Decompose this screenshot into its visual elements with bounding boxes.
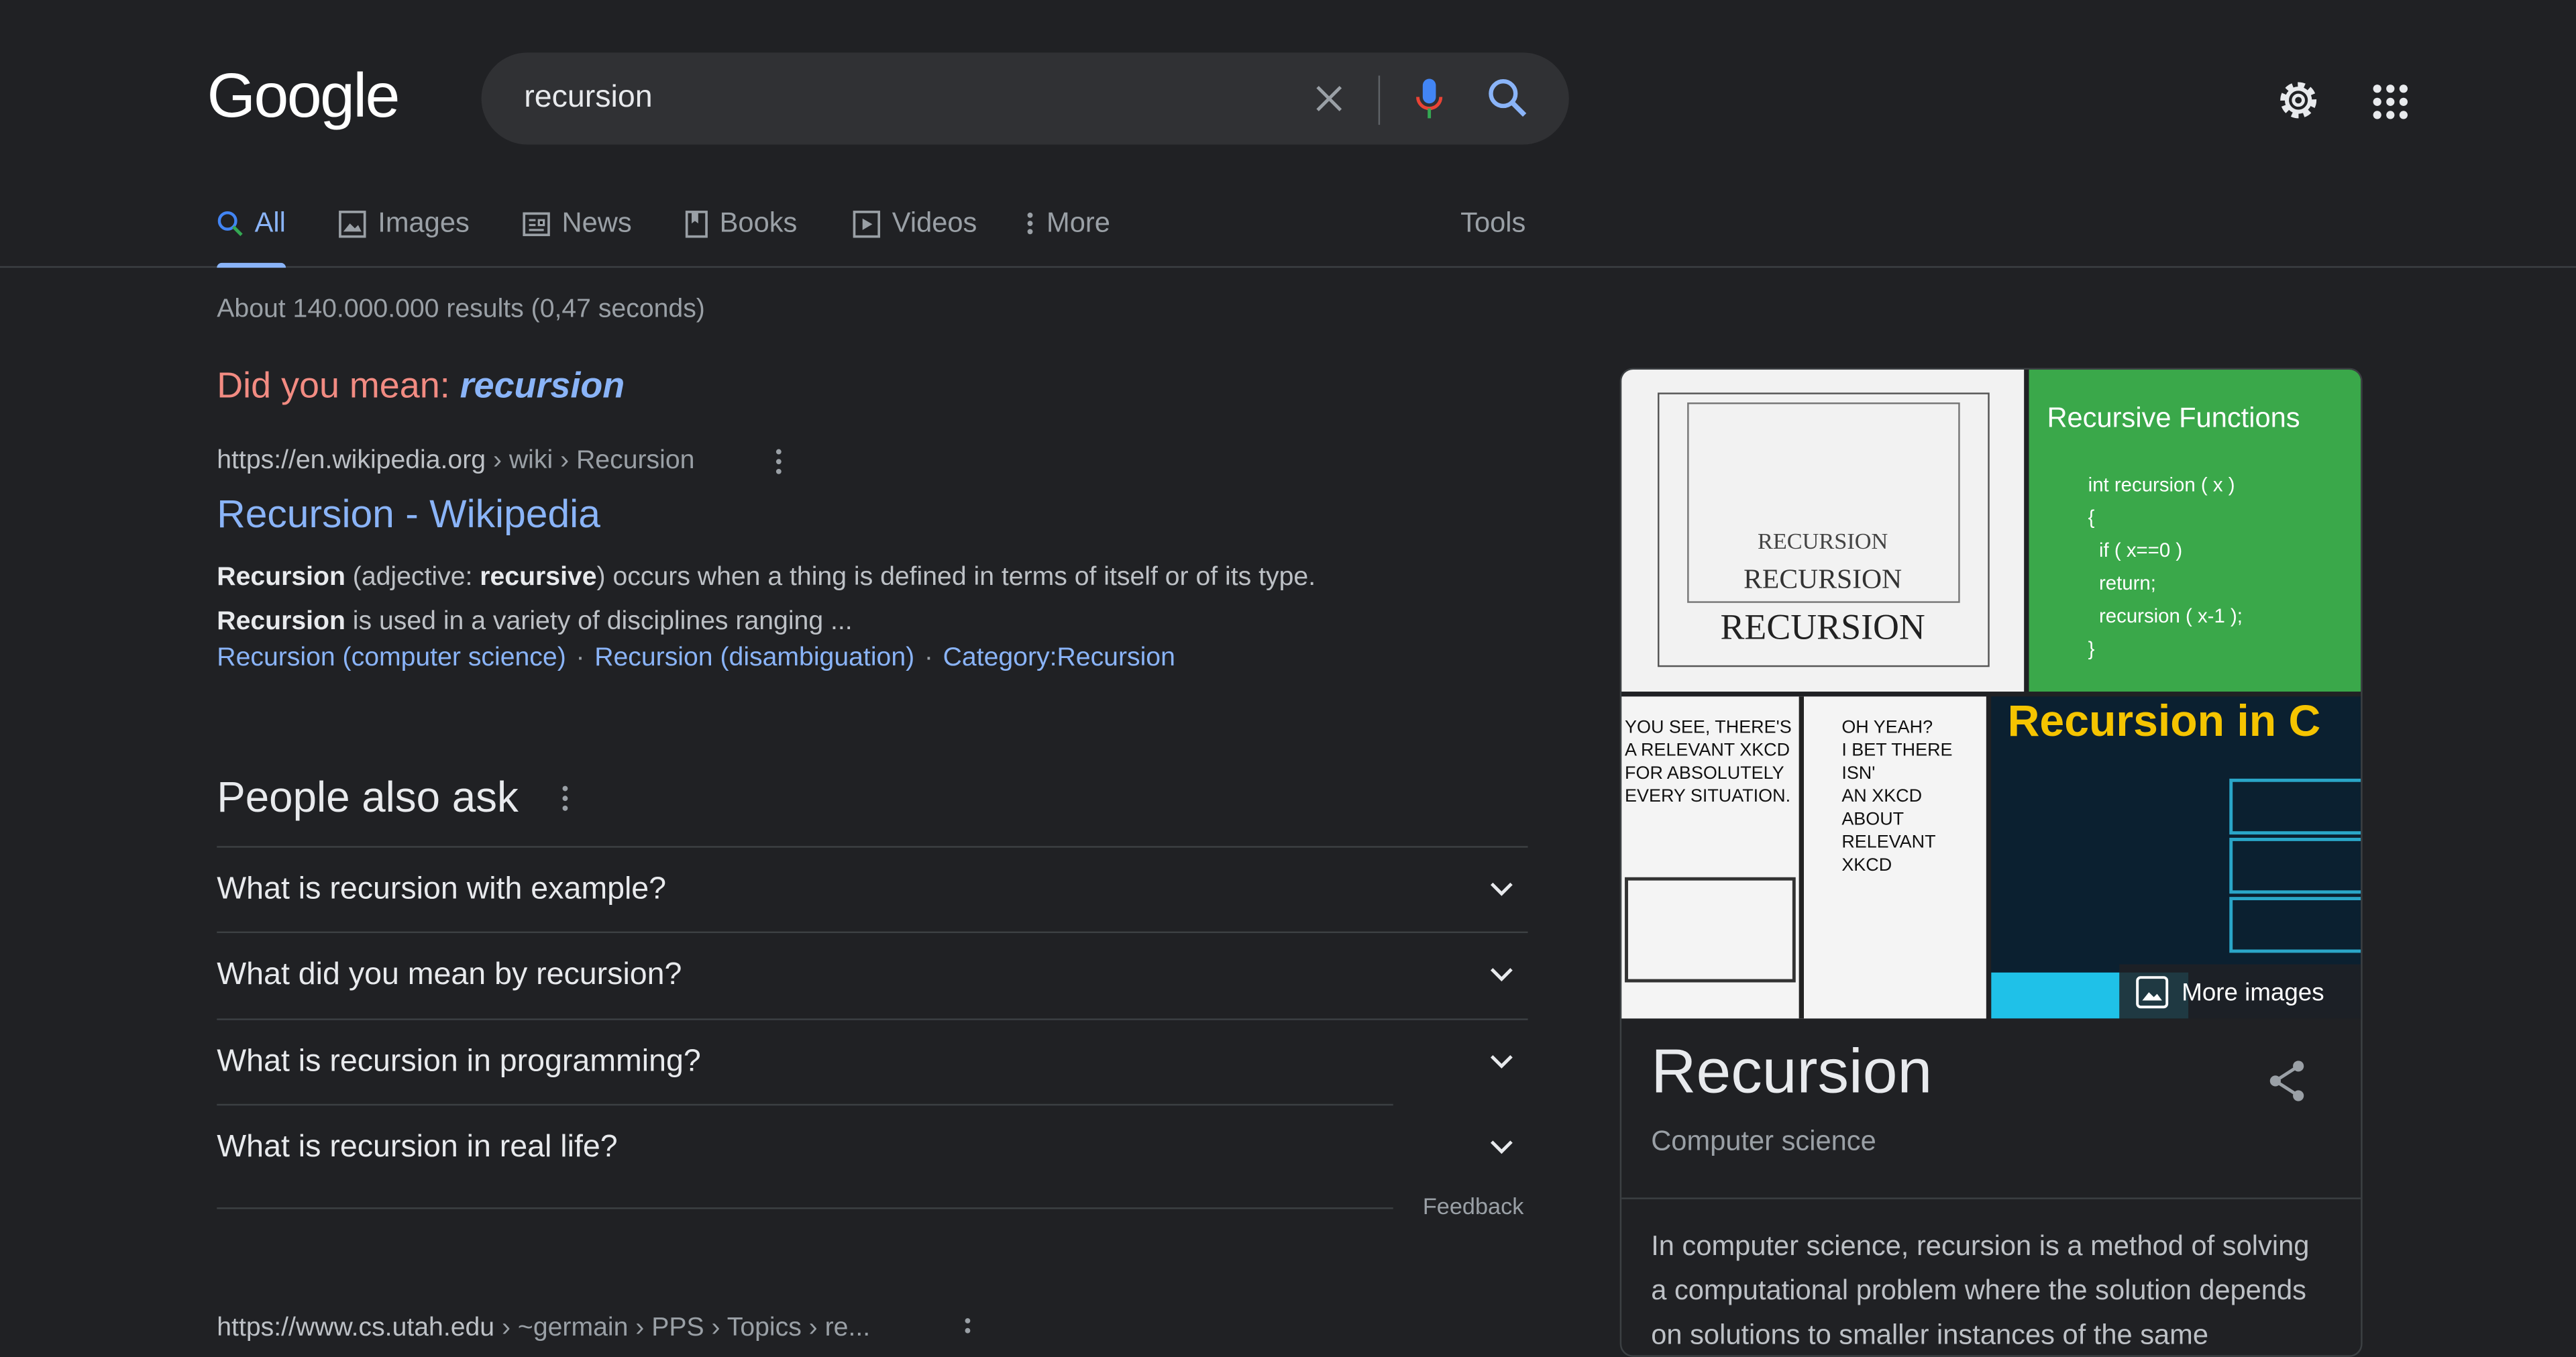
entity-description: In computer science, recursion is a meth…	[1651, 1230, 2310, 1351]
question-row[interactable]: What is recursion with example?	[217, 846, 1528, 933]
tab-label: Videos	[892, 207, 977, 239]
tools-button[interactable]: Tools	[1460, 207, 1525, 240]
people-also-ask-title: People also ask	[217, 772, 519, 822]
sitelink[interactable]: Recursion (computer science)	[217, 644, 566, 672]
news-icon	[523, 211, 551, 236]
snippet-text: is used in a variety of disciplines rang…	[345, 608, 853, 636]
snippet-bold: Recursion	[217, 608, 345, 636]
snippet-bold: Recursion	[217, 563, 345, 592]
more-images-button[interactable]: More images	[2119, 964, 2361, 1020]
tab-label: More	[1046, 207, 1110, 239]
tab-news[interactable]: News	[523, 207, 632, 240]
share-icon[interactable]	[2267, 1060, 2307, 1103]
tab-label: Images	[378, 207, 470, 239]
video-icon	[853, 209, 881, 237]
settings-gear-icon[interactable]	[2275, 77, 2322, 123]
knowledge-panel: RECURSION RECURSION RECURSION Recursive …	[1619, 368, 2363, 1357]
image-recursive-functions[interactable]: Recursive Functions int recursion ( x ){…	[2029, 370, 2361, 692]
tab-label: Books	[719, 207, 798, 239]
image-recursion-nested[interactable]: RECURSION RECURSION RECURSION	[1621, 370, 2025, 692]
divider	[1378, 75, 1381, 125]
question-text: What is recursion in programming?	[217, 1044, 701, 1079]
mic-icon[interactable]	[1413, 76, 1446, 122]
question-text: What did you mean by recursion?	[217, 957, 682, 993]
tab-label: News	[561, 207, 632, 239]
url-path: › wiki › Recursion	[486, 447, 695, 475]
google-logo[interactable]: Google	[207, 62, 400, 133]
question-text: What is recursion in real life?	[217, 1130, 618, 1165]
result-url[interactable]: https://www.cs.utah.edu › ~germain › PPS…	[217, 1314, 870, 1344]
result-snippet: Recursion (adjective: recursive) occurs …	[217, 555, 1465, 644]
image-xkcd-comic[interactable]: YOU SEE, THERE'S A RELEVANT XKCD FOR ABSOL…	[1621, 696, 1986, 1019]
search-input[interactable]: recursion	[524, 80, 652, 117]
result-stats: About 140.000.000 results (0,47 seconds)	[217, 295, 705, 324]
tab-all[interactable]: All	[217, 207, 286, 268]
url-domain: https://en.wikipedia.org	[217, 447, 486, 475]
search-tabs: All Images News Books Videos More Tools	[0, 197, 2576, 268]
entity-title: Recursion	[1651, 1038, 1933, 1107]
snippet-bold: recursive	[480, 563, 597, 592]
question-row[interactable]: What is recursion in programming?	[217, 1018, 1528, 1105]
snippet-text: (adjective:	[345, 563, 480, 592]
more-images-label: More images	[2182, 978, 2324, 1007]
search-icon[interactable]	[1487, 77, 1529, 120]
tab-videos[interactable]: Videos	[853, 207, 977, 240]
chevron-down-icon	[1489, 956, 1515, 992]
clear-icon[interactable]	[1313, 82, 1346, 115]
image-icon	[338, 209, 366, 237]
sitelink[interactable]: Recursion (disambiguation)	[594, 644, 914, 672]
search-icon	[217, 210, 243, 236]
did-you-mean-link[interactable]: recursion	[460, 365, 625, 406]
question-row[interactable]: What did you mean by recursion?	[217, 931, 1528, 1019]
url-path: › ~germain › PPS › Topics › re...	[494, 1314, 871, 1342]
search-box[interactable]: recursion	[481, 52, 1569, 145]
image-icon	[2136, 976, 2169, 1009]
sitelinks: Recursion (computer science) · Recursion (…	[217, 644, 1175, 672]
feedback-link[interactable]: Feedback	[1423, 1193, 1524, 1219]
did-you-mean: Did you mean: recursion	[217, 365, 625, 408]
sitelink[interactable]: Category:Recursion	[943, 644, 1175, 672]
more-options-icon[interactable]	[560, 785, 570, 812]
tools-label: Tools	[1460, 207, 1526, 239]
image-caption: Recursion in C	[2007, 696, 2321, 746]
chevron-down-icon	[1489, 871, 1515, 907]
more-vert-icon	[1025, 210, 1035, 236]
entity-subtitle: Computer science	[1651, 1125, 1876, 1157]
question-text: What is recursion with example?	[217, 872, 667, 907]
more-options-icon[interactable]	[773, 449, 784, 475]
tab-more[interactable]: More	[1025, 207, 1110, 240]
chevron-down-icon	[1489, 1043, 1515, 1079]
result-title-link[interactable]: Recursion - Wikipedia	[217, 493, 600, 539]
image-caption: Recursive Functions	[2047, 402, 2300, 434]
tab-label: All	[254, 207, 286, 239]
more-options-icon[interactable]	[963, 1317, 973, 1344]
chevron-down-icon[interactable]	[1489, 1128, 1515, 1164]
result-url[interactable]: https://en.wikipedia.org › wiki › Recurs…	[217, 447, 694, 476]
image-caption: RECURSION	[1720, 606, 1925, 647]
url-domain: https://www.cs.utah.edu	[217, 1314, 495, 1342]
snippet-text: ) occurs when a thing is defined in term…	[596, 563, 1316, 592]
tab-books[interactable]: Books	[685, 207, 797, 240]
tab-images[interactable]: Images	[338, 207, 470, 240]
apps-grid-icon[interactable]	[2372, 84, 2408, 120]
did-you-mean-prefix: Did you mean:	[217, 364, 460, 406]
book-icon	[685, 209, 708, 237]
question-row[interactable]: What is recursion in real life?	[217, 1103, 1393, 1209]
